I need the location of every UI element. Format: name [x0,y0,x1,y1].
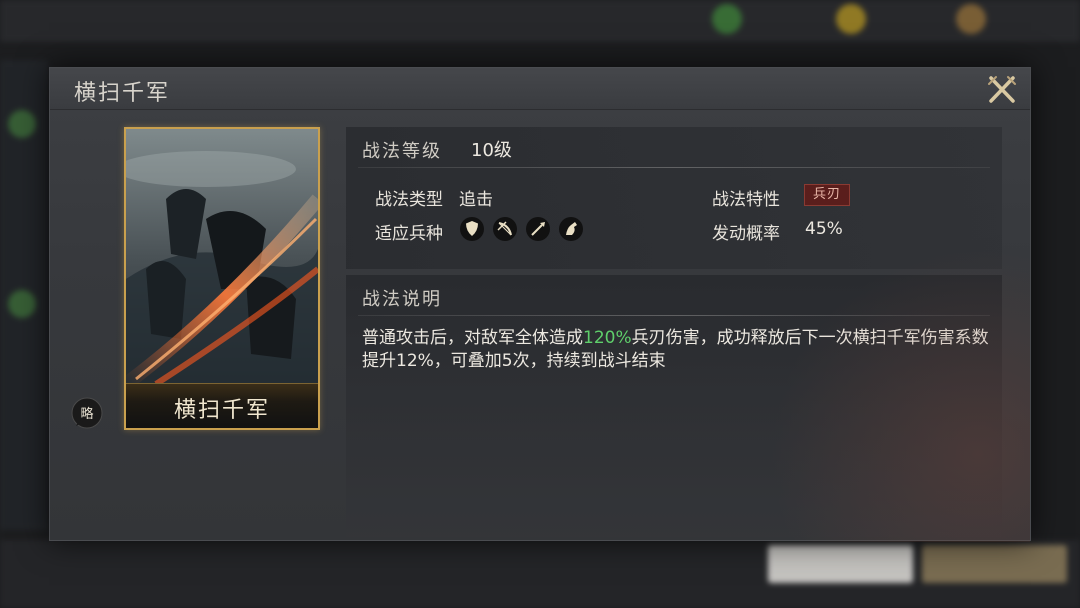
tactic-attributes-panel: 战法等级 10级 战法类型 追击 战法特性 兵刃 适应兵种 发动概率 45% [346,127,1002,269]
background-bottombar [0,540,1080,608]
level-label: 战法等级 [362,141,442,162]
description-heading: 战法说明 [362,289,442,310]
background-button [768,545,913,583]
bow-icon [493,217,517,241]
trait-badge: 兵刃 [804,184,850,206]
tactic-card-name-bar: 横扫千军 [126,383,318,428]
background-topbar [0,0,1080,42]
description-part1: 普通攻击后，对敌军全体造成 [362,328,583,348]
modal-title: 横扫千军 [74,81,171,106]
strategy-tag-label: 略 [80,406,93,422]
divider [358,315,990,316]
strategy-tag-badge[interactable]: 略 [70,396,104,430]
rate-value: 45% [805,219,843,239]
background-resource-icon [712,4,742,34]
type-label: 战法类型 [375,190,443,210]
background-resource-icon [956,4,986,34]
units-label: 适应兵种 [375,224,443,244]
tactic-card-name: 横扫千军 [173,398,270,423]
tactic-detail-modal: 横扫千军 略 横扫千军 战法等级 10级 战法类型 追击 战法特性 兵刃 适应兵… [49,67,1031,542]
rate-label: 发动概率 [712,224,780,244]
trait-label: 战法特性 [712,190,780,210]
level-value: 10级 [471,140,512,161]
type-value: 追击 [459,190,493,210]
tactic-description-panel: 战法说明 普通攻击后，对敌军全体造成120%兵刃伤害，成功释放后下一次横扫千军伤… [346,275,1002,537]
tactic-card: 横扫千军 [124,127,320,430]
modal-header: 横扫千军 [50,68,1030,110]
tactic-card-artwork [126,129,318,385]
background-icon [8,290,36,318]
damage-highlight: 120% [583,328,632,348]
speech-bubble-icon: 略 [71,397,103,429]
spear-icon [526,217,550,241]
close-icon [988,76,1016,103]
horse-icon [559,217,583,241]
shield-icon [460,217,484,241]
description-text: 普通攻击后，对敌军全体造成120%兵刃伤害，成功释放后下一次横扫千军伤害系数提升… [362,327,992,373]
close-button[interactable] [986,74,1018,106]
divider [358,167,990,168]
background-button [922,545,1067,583]
background-resource-icon [836,4,866,34]
background-icon [8,110,36,138]
